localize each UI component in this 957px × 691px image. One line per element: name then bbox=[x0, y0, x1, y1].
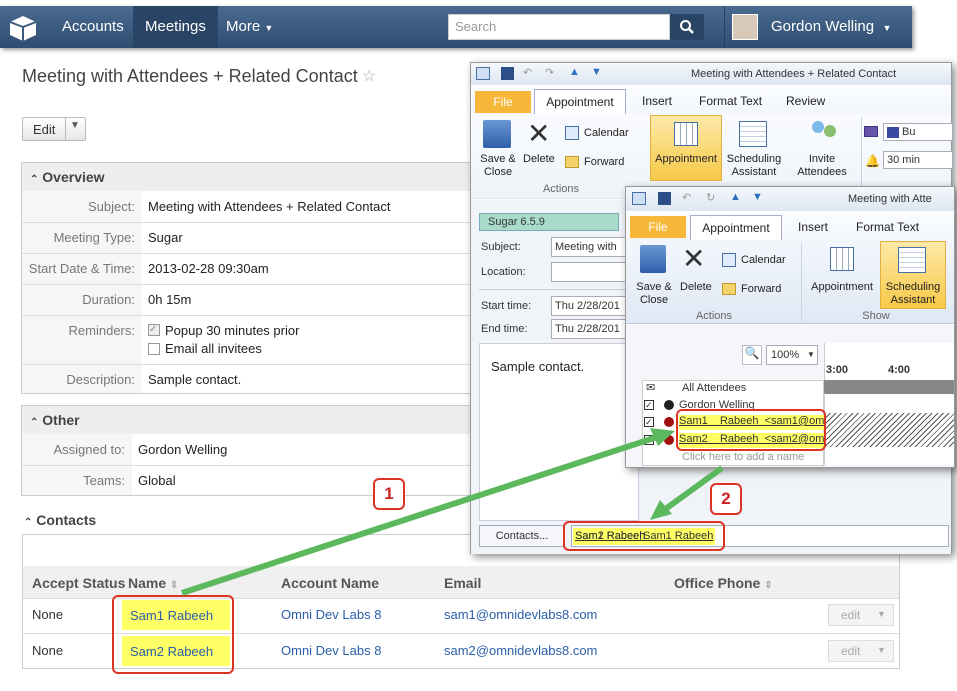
annotation-arrows bbox=[181, 428, 724, 596]
callout-2: 2 bbox=[710, 483, 742, 515]
callout-1: 1 bbox=[373, 478, 405, 510]
